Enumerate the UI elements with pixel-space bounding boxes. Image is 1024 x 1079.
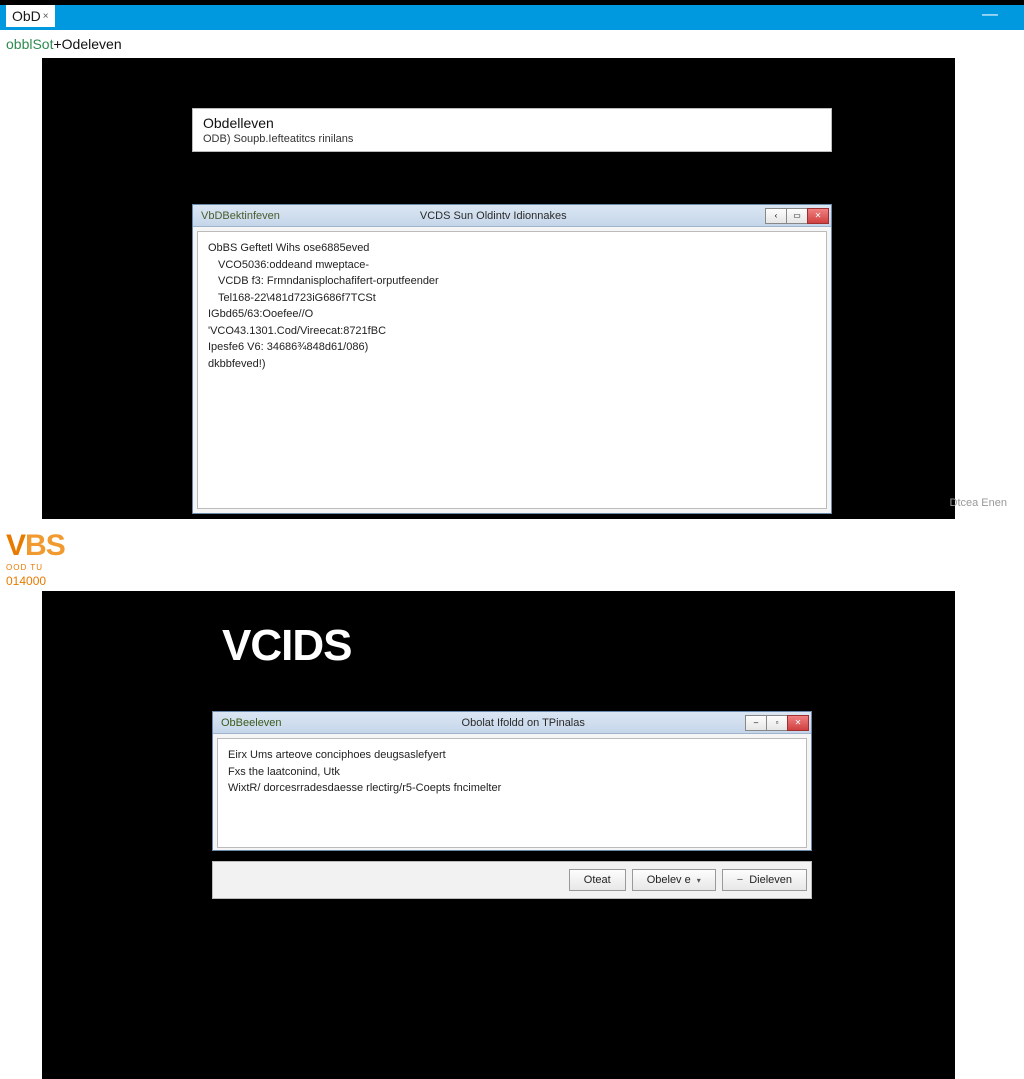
- oteat-button[interactable]: Oteat: [569, 869, 626, 891]
- header-subtitle: ODB) Soupb.Iefteatitcs rinilans: [193, 133, 831, 151]
- logo-sub1: OOD TU: [6, 563, 65, 572]
- brand-bar: obblSot + Odeleven: [0, 30, 1024, 58]
- log-line: 'VCO43.1301.Cod/Vireecat:8721fBC: [208, 323, 816, 340]
- panel-top: Obdelleven ODB) Soupb.Iefteatitcs rinila…: [42, 58, 955, 519]
- vbs-logo: VBS: [6, 529, 65, 563]
- dialog2-button-bar: Oteat Obelev e▾ −Dieleven: [212, 861, 812, 899]
- dialog1-content: ObBS Geftetl Wihs ose6885eved VCO5036:od…: [197, 231, 827, 509]
- dialog2-close-button[interactable]: ✕: [787, 715, 809, 731]
- dialog1-title-center: VCDS Sun Oldintv Idionnakes: [420, 210, 567, 222]
- brand-mid: +: [53, 36, 61, 52]
- vbs-logo-block: VBS OOD TU 014000: [6, 529, 65, 588]
- header-title: Obdelleven: [193, 109, 831, 133]
- log-line: dkbbfeved!): [208, 356, 816, 373]
- header-box: Obdelleven ODB) Soupb.Iefteatitcs rinila…: [192, 108, 832, 152]
- chevron-down-icon: ▾: [697, 876, 701, 885]
- dialog1-minimize-button[interactable]: ‹: [765, 208, 787, 224]
- minimize-icon[interactable]: —: [982, 6, 998, 24]
- dialog1-maximize-button[interactable]: ▭: [786, 208, 808, 224]
- brand-right: Odeleven: [62, 36, 122, 52]
- vcds-heading: VCIDS: [222, 621, 351, 671]
- brand-left: obblSot: [6, 36, 53, 52]
- dialog1-close-button[interactable]: ✕: [807, 208, 829, 224]
- dialog2-title-center: Obolat Ifoldd on TPinalas: [462, 717, 585, 729]
- dialog-vcds-info: VbDBektinfeven VCDS Sun Oldintv Idionnak…: [192, 204, 832, 514]
- log-line: Tel168-22\481d723iG686f7TCSt: [208, 290, 816, 307]
- dialog1-title-left: VbDBektinfeven: [201, 210, 280, 222]
- lower-section: VBS OOD TU 014000 VCIDS ObBeeleven Obola…: [0, 519, 1024, 1025]
- log-line: Eirx Ums arteove conciphoes deugsaslefye…: [228, 747, 796, 764]
- dialog2-maximize-button[interactable]: ▫: [766, 715, 788, 731]
- window-titlebar: ObD × —: [0, 0, 1024, 30]
- dialog1-titlebar[interactable]: VbDBektinfeven VCDS Sun Oldintv Idionnak…: [193, 205, 831, 227]
- dialog2-title-left: ObBeeleven: [221, 717, 282, 729]
- dialog2-minimize-button[interactable]: –: [745, 715, 767, 731]
- log-line: ObBS Geftetl Wihs ose6885eved: [208, 240, 816, 257]
- dieleven-button[interactable]: −Dieleven: [722, 869, 807, 891]
- log-line: WixtR/ dorcesrradesdaesse rlectirg/r5-Co…: [228, 780, 796, 797]
- obeleve-button[interactable]: Obelev e▾: [632, 869, 716, 891]
- log-line: IGbd65/63:Ooefee//O: [208, 306, 816, 323]
- dialog2-titlebar[interactable]: ObBeeleven Obolat Ifoldd on TPinalas – ▫…: [213, 712, 811, 734]
- logo-letter-v: V: [6, 529, 25, 562]
- side-caption: Dtcea Enen: [950, 497, 1007, 509]
- tab-obd[interactable]: ObD ×: [6, 5, 55, 27]
- log-line: VCDB f3: Frmndanisplochafifert-orputfeen…: [208, 273, 816, 290]
- dash-icon: −: [737, 874, 743, 886]
- log-line: Fxs the laatconind, Utk: [228, 764, 796, 781]
- logo-sub2: 014000: [6, 574, 65, 588]
- log-line: Ipesfe6 V6: 34686¾848d61/086): [208, 339, 816, 356]
- dialog-obeleven: ObBeeleven Obolat Ifoldd on TPinalas – ▫…: [212, 711, 812, 851]
- dialog2-content: Eirx Ums arteove conciphoes deugsaslefye…: [217, 738, 807, 848]
- log-line: VCO5036:oddeand mweptace-: [208, 257, 816, 274]
- logo-letter-s: S: [46, 529, 65, 562]
- panel-bottom: VCIDS ObBeeleven Obolat Ifoldd on TPinal…: [42, 591, 955, 1079]
- tab-close-icon[interactable]: ×: [43, 11, 49, 22]
- window-title: ObD: [12, 8, 41, 24]
- logo-letter-b: B: [25, 529, 46, 562]
